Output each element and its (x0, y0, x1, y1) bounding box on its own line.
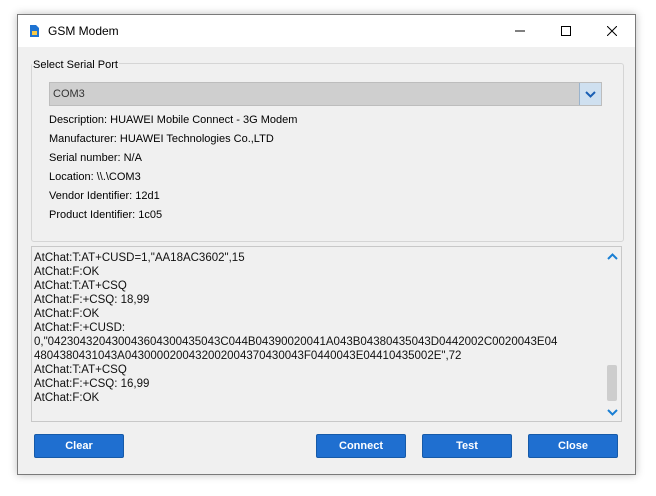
clear-button[interactable]: Clear (34, 434, 124, 458)
window-title: GSM Modem (48, 24, 119, 38)
serial-port-group-label: Select Serial Port (32, 59, 119, 71)
close-icon (607, 26, 617, 36)
connect-button[interactable]: Connect (316, 434, 406, 458)
port-manufacturer: Manufacturer: HUAWEI Technologies Co.,LT… (49, 133, 274, 145)
serial-port-select[interactable]: COM3 (49, 82, 602, 106)
log-text: AtChat:T:AT+CUSD=1,"AA18AC3602",15 AtChat… (34, 251, 602, 405)
log-line: AtChat:F:+CSQ: 18,99 (34, 294, 150, 306)
maximize-button[interactable] (543, 15, 589, 47)
port-product-identifier: Product Identifier: 1c05 (49, 209, 163, 221)
minimize-button[interactable] (497, 15, 543, 47)
log-line: AtChat:T:AT+CUSD=1,"AA18AC3602",15 (34, 252, 245, 264)
test-button[interactable]: Test (422, 434, 512, 458)
chevron-down-icon (607, 408, 618, 416)
port-description: Description: HUAWEI Mobile Connect - 3G … (49, 114, 298, 126)
close-button[interactable]: Close (528, 434, 618, 458)
log-line: AtChat:T:AT+CSQ (34, 280, 127, 292)
at-chat-log[interactable]: AtChat:T:AT+CUSD=1,"AA18AC3602",15 AtChat… (31, 246, 622, 422)
serial-port-value: COM3 (53, 88, 85, 100)
port-vendor-identifier: Vendor Identifier: 12d1 (49, 190, 160, 202)
close-window-button[interactable] (589, 15, 635, 47)
sim-card-icon (30, 25, 39, 37)
port-location: Location: \\.\COM3 (49, 171, 141, 183)
log-line: AtChat:F:+CSQ: 16,99 (34, 378, 150, 390)
log-line: 4804380431043A04300002004320020043704300… (34, 350, 462, 362)
chevron-up-icon (607, 252, 618, 260)
maximize-icon (561, 26, 571, 36)
log-line: AtChat:F:OK (34, 308, 100, 320)
port-serial-number: Serial number: N/A (49, 152, 142, 164)
log-line: AtChat:F:+CUSD: (34, 322, 126, 334)
title-bar: GSM Modem (18, 15, 635, 47)
log-line: AtChat:F:OK (34, 392, 100, 404)
minimize-icon (515, 30, 525, 32)
scroll-up-button[interactable] (604, 249, 621, 263)
log-line: AtChat:T:AT+CSQ (34, 364, 127, 376)
chevron-down-icon (585, 90, 596, 98)
serial-port-dropdown-button[interactable] (579, 83, 601, 105)
scroll-thumb[interactable] (607, 365, 617, 401)
log-scrollbar[interactable] (604, 247, 621, 421)
scroll-down-button[interactable] (604, 405, 621, 419)
log-line: AtChat:F:OK (34, 266, 100, 278)
log-line: 0,"042304320430043604300435043C044B04390… (34, 336, 558, 348)
gsm-modem-window: GSM Modem Select Serial Port COM3 Descri… (17, 14, 636, 475)
